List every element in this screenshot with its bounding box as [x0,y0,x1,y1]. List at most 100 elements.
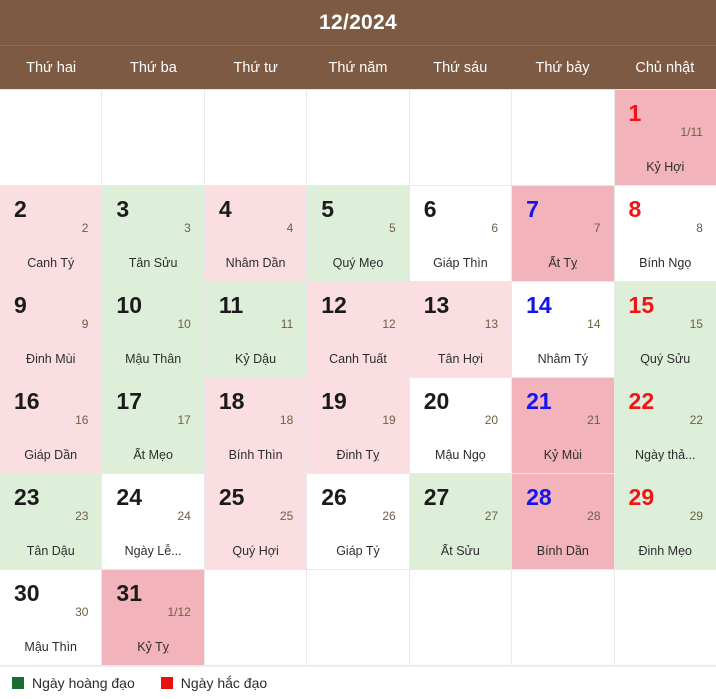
day-cell-9[interactable]: 9 9 Đinh Mùi [0,282,103,378]
lunar-day-number: 9 [81,317,89,331]
solar-day-number: 10 [116,292,143,318]
calendar-app: 12/2024 Thứ hai Thứ ba Thứ tư Thứ năm Thứ sá… [0,0,716,699]
solar-day-number: 31 [116,580,143,606]
week-row: 9 9 Đinh Mùi 10 10 Mậu Thân 11 11 Kỷ Dậu 12 12 Canh… [0,282,716,378]
lunar-day-number: 6 [491,221,499,235]
can-chi-label: Nhâm Tý [537,352,589,366]
day-cell-empty [512,90,615,186]
day-cell-10[interactable]: 10 10 Mậu Thân [102,282,205,378]
can-chi-label: Quý Mẹo [332,256,384,270]
day-cell-empty [204,570,308,666]
lunar-day-number: 2 [81,221,89,235]
solar-day-number: 16 [14,388,40,414]
page-title: 12/2024 [318,10,397,34]
can-chi-label: Ất Mẹo [133,448,173,462]
lunar-day-number: 24 [177,509,191,523]
can-chi-label: Giáp Thìn [433,256,488,270]
day-cell-empty [307,90,410,186]
day-cell-31[interactable]: 31 1/12 Kỷ Tỵ [102,570,205,666]
day-cell-26[interactable]: 26 26 Giáp Tý [307,474,410,570]
lunar-day-number: 21 [587,413,601,427]
day-cell-5[interactable]: 5 5 Quý Mẹo [307,186,410,282]
can-chi-label: Canh Tuất [329,352,387,366]
can-chi-label: Ất Sửu [440,544,480,558]
legend-label: Ngày hắc đạo [180,675,268,691]
solar-day-number: 25 [218,484,245,510]
day-cell-4[interactable]: 4 4 Nhâm Dần [204,186,308,282]
solar-day-number: 22 [628,388,655,414]
solar-day-number: 8 [628,196,642,222]
day-cell-15[interactable]: 15 15 Quý Sửu [614,282,716,378]
day-cell-14[interactable]: 14 14 Nhâm Tý [512,282,615,378]
solar-day-number: 26 [321,484,347,510]
legend-item-bad: Ngày hắc đạo [160,675,268,691]
day-cell-18[interactable]: 18 18 Bính Thìn [204,378,308,474]
can-chi-label: Bính Ngọ [639,256,692,270]
solar-day-number: 9 [14,292,27,318]
solar-day-number: 20 [423,388,450,414]
day-cell-20[interactable]: 20 20 Mậu Ngọ [409,378,513,474]
day-cell-30[interactable]: 30 30 Mậu Thìn [0,570,103,666]
day-cell-29[interactable]: 29 29 Đinh Mẹo [614,474,716,570]
lunar-day-number: 18 [279,413,294,427]
weekday-header-row: Thứ hai Thứ ba Thứ tư Thứ năm Thứ sáu Thứ bảy… [0,46,716,89]
can-chi-label: Tân Sửu [128,256,178,270]
week-row: 16 16 Giáp Dần 17 17 Ất Mẹo 18 18 Bính Thìn 19 19 Đ… [0,378,716,474]
lunar-day-number: 5 [389,221,396,235]
can-chi-label: Đinh Mẹo [638,544,692,558]
lunar-day-number: 28 [587,509,601,523]
day-cell-25[interactable]: 25 25 Quý Hợi [204,474,308,570]
solar-day-number: 29 [628,484,655,510]
day-cell-2[interactable]: 2 2 Canh Tý [0,186,103,282]
lunar-day-number: 8 [696,221,703,235]
lunar-day-number: 1/11 [680,125,703,139]
can-chi-label: Giáp Dần [24,448,78,462]
can-chi-label: Ngày Lễ... [124,544,182,558]
calendar-legend: Ngày hoàng đạo Ngày hắc đạo [0,666,716,699]
solar-day-number: 12 [321,292,347,318]
solar-day-number: 5 [321,196,335,222]
can-chi-label: Mậu Thân [125,352,182,366]
lunar-day-number: 26 [382,509,396,523]
can-chi-label: Mậu Thìn [24,640,77,654]
day-cell-21[interactable]: 21 21 Kỷ Mùi [512,378,615,474]
lunar-day-number: 25 [279,509,294,523]
day-cell-28[interactable]: 28 28 Bính Dần [512,474,615,570]
legend-label: Ngày hoàng đạo [32,675,135,691]
lunar-day-number: 22 [689,413,703,427]
solar-day-number: 3 [116,196,130,222]
lunar-day-number: 12 [382,317,396,331]
day-cell-empty [102,90,205,186]
lunar-day-number: 7 [593,221,601,235]
can-chi-label: Đinh Tỵ [336,448,380,462]
can-chi-label: Kỷ Hợi [646,160,685,174]
day-cell-19[interactable]: 19 19 Đinh Tỵ [307,378,410,474]
day-cell-8[interactable]: 8 8 Bính Ngọ [614,186,716,282]
day-cell-12[interactable]: 12 12 Canh Tuất [307,282,410,378]
day-cell-7[interactable]: 7 7 Ất Tỵ [512,186,615,282]
day-cell-11[interactable]: 11 11 Kỷ Dậu [204,282,308,378]
lunar-day-number: 10 [177,317,191,331]
lunar-day-number: 17 [177,413,191,427]
day-cell-22[interactable]: 22 22 Ngày thả... [614,378,716,474]
day-cell-16[interactable]: 16 16 Giáp Dần [0,378,103,474]
day-cell-24[interactable]: 24 24 Ngày Lễ... [102,474,205,570]
day-cell-17[interactable]: 17 17 Ất Mẹo [102,378,205,474]
day-cell-27[interactable]: 27 27 Ất Sửu [409,474,513,570]
solar-day-number: 28 [526,484,552,510]
solar-day-number: 1 [628,100,642,126]
day-cell-23[interactable]: 23 23 Tân Dậu [0,474,103,570]
can-chi-label: Kỷ Tỵ [137,640,169,654]
week-row: 23 23 Tân Dậu 24 24 Ngày Lễ... 25 25 Quý Hợi 26 26… [0,474,716,570]
day-cell-6[interactable]: 6 6 Giáp Thìn [409,186,513,282]
day-cell-empty [0,90,103,186]
weekday-header-0: Thứ hai [26,59,77,76]
can-chi-label: Canh Tý [27,256,75,270]
lunar-day-number: 27 [484,509,499,523]
day-cell-empty [307,570,410,666]
day-cell-3[interactable]: 3 3 Tân Sửu [102,186,205,282]
day-cell-1[interactable]: 1 1/11 Kỷ Hợi [614,90,716,186]
day-cell-13[interactable]: 13 13 Tân Hợi [409,282,513,378]
lunar-day-number: 13 [484,317,499,331]
weekday-header-1: Thứ ba [130,59,177,76]
